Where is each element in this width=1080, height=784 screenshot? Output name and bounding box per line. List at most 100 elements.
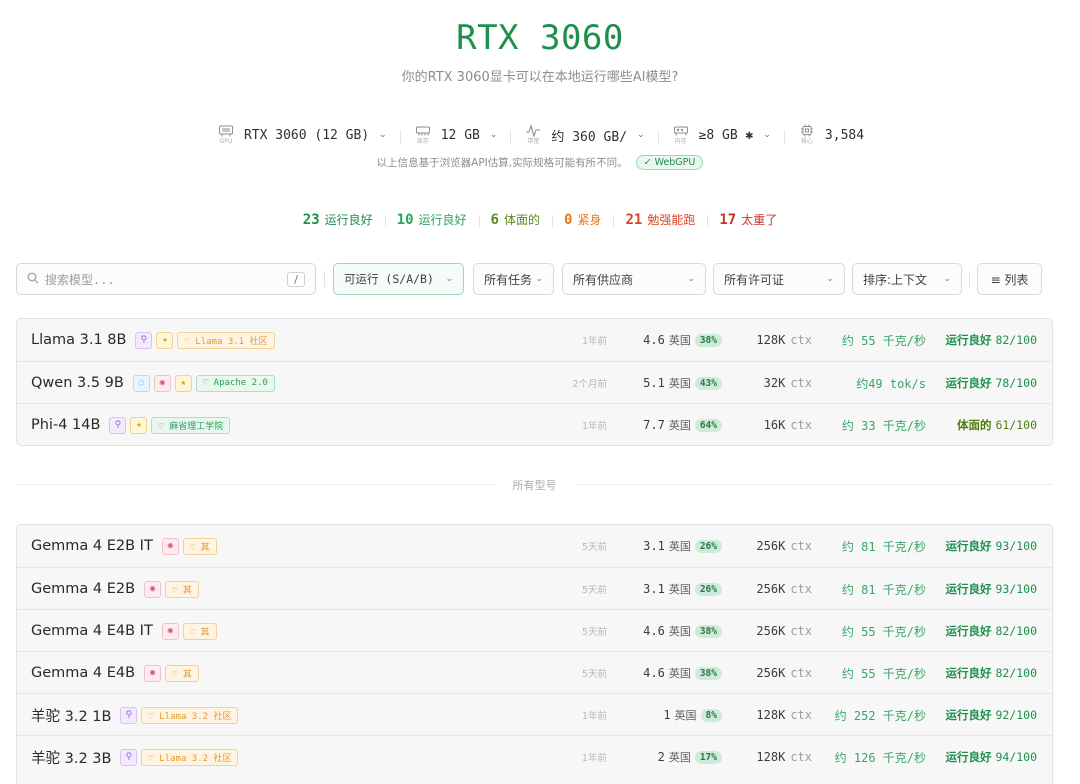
grade-score: 61/100 [995, 418, 1037, 432]
fit-summary: 23 运行良好 10 运行良好 6 体面的 0 紧身 21 勉强能跑 17 太重了 [0, 211, 1080, 228]
release-age: 1年前 [581, 753, 607, 764]
memory-selector[interactable]: 内存 ≥8 GB ✱ ⌄ [657, 124, 784, 146]
size-unit: 英国 [668, 540, 691, 553]
webgpu-badge: ✓ WebGPU [635, 155, 704, 170]
search-input[interactable]: 搜索模型... / [16, 263, 316, 295]
runnable-filter[interactable]: 可运行 (S/A/B) ⌄ [333, 263, 464, 295]
vram-usage-badge: 38% [694, 666, 722, 680]
model-name: 羊驼 3.2 3B [31, 750, 112, 767]
eye-icon: ◉ [144, 580, 162, 598]
estimate-note-text: 以上信息基于浏览器API估算,实际规格可能有所不同。 [376, 157, 628, 169]
model-row[interactable]: Llama 3.1 8B ⚲ ★ ♡ Llama 3.1 社区 1年前 4.6 英国 38% 1… [17, 319, 1052, 361]
release-age: 5天前 [581, 585, 607, 596]
model-size: 7.7 英国 64% [643, 404, 722, 445]
fit-summary-item[interactable]: 6 体面的 [478, 211, 552, 228]
model-size: 3.1 英国 26% [643, 568, 722, 610]
model-row[interactable]: Phi-4 14B ⚲ ★ ♡ 麻省理工学院 1年前 7.7 英国 64% 16K ctx 约 33… [17, 403, 1052, 445]
gpu-value: RTX 3060 (12 GB) [243, 127, 370, 143]
fit-label: 体面的 [503, 213, 540, 227]
cores-display: 核心 3,584 [783, 124, 877, 146]
chevron-down-icon: ⌄ [637, 130, 645, 140]
fit-count: 21 [625, 212, 643, 228]
task-filter[interactable]: 所有任务 ⌄ [473, 263, 554, 295]
context-unit: ctx [790, 582, 812, 596]
license-badge: ♡ 麻省理工学院 [151, 416, 231, 434]
sort-select[interactable]: 排序:上下文 ⌄ [852, 263, 962, 295]
model-row[interactable]: Gemma 4 E2B ◉ ♡ 其 5天前 3.1 英国 26% 256K ctx 约 81 千克… [17, 567, 1052, 609]
fit-grade: 运行良好 82/100 [945, 319, 1037, 361]
fit-summary-item[interactable]: 10 运行良好 [384, 211, 479, 228]
grade-score: 78/100 [995, 376, 1037, 390]
model-row[interactable]: 羊驼 3.2 3B ⚲ ♡ Llama 3.2 社区 1年前 2 英国 17% 128K ctx… [17, 735, 1052, 777]
speed-estimate: 约 252 千克/秒 [834, 708, 926, 723]
fit-summary-item[interactable]: 23 运行良好 [291, 211, 385, 228]
chevron-down-icon: ⌄ [687, 274, 695, 284]
fit-grade: 体面的 61/100 [957, 404, 1037, 445]
bandwidth-selector[interactable]: 带宽 约 360 GB/ ⌄ [510, 124, 657, 146]
model-size: 4.6 英国 38% [643, 610, 722, 652]
model-size: 4.6 英国 38% [643, 319, 722, 361]
fit-grade: 运行良好 82/100 [945, 652, 1037, 694]
fit-label: 太重了 [741, 213, 778, 227]
size-value: 5.1 [643, 376, 665, 390]
fit-count: 10 [396, 212, 414, 228]
size-value: 4.6 [643, 624, 665, 638]
hardware-specs: GPU RTX 3060 (12 GB) ⌄ 显存 12 GB ⌄ 带宽 约 3… [0, 124, 1080, 146]
grade-label: 运行良好 [945, 750, 992, 764]
model-row[interactable]: Gemma 4 E2B IT ◉ ♡ 其 5天前 3.1 英国 26% 256K ctx 约 81… [17, 525, 1052, 567]
model-row[interactable]: Gemma 4 E4B ◉ ♡ 其 5天前 4.6 英国 38% 256K ctx 约 55 千克… [17, 651, 1052, 693]
speed-estimate: 约49 tok/s [856, 376, 926, 391]
context-value: 128K [756, 333, 786, 347]
vram-usage-badge: 26% [694, 582, 722, 596]
grade-label: 运行良好 [945, 333, 992, 347]
fit-summary-item[interactable]: 17 太重了 [707, 211, 789, 228]
list-view-button[interactable]: ≡ 列表 [977, 263, 1042, 295]
license-badge: ♡ 其 [165, 580, 199, 598]
release-age: 5天前 [581, 669, 607, 680]
list-view-label: ≡ 列表 [990, 272, 1029, 287]
chevron-down-icon: ⌄ [826, 274, 834, 284]
model-row[interactable]: 羊驼 3.2 1B ⚲ ♡ Llama 3.2 社区 1年前 1 英国 8% 128K ctx 约… [17, 693, 1052, 735]
context-value: 16K [763, 418, 786, 432]
license-badge: ♡ Apache 2.0 [195, 374, 275, 392]
context-unit: ctx [790, 624, 812, 638]
size-unit: 英国 [674, 709, 697, 722]
model-row[interactable]: Qwen 3.5 9B ◌ ◉ ★ ♡ Apache 2.0 2个月前 5.1 英国 43% 32… [17, 361, 1052, 403]
chevron-down-icon: ⌄ [943, 274, 951, 284]
memory-icon: 内存 [671, 124, 691, 146]
context-length: 256K ctx [756, 610, 812, 652]
model-name-cell: Gemma 4 E2B IT ◉ ♡ 其 [31, 525, 217, 567]
star-icon: ★ [130, 416, 148, 434]
vram-value: 12 GB [440, 127, 480, 143]
search-icon [27, 272, 39, 287]
fit-summary-item[interactable]: 21 勉强能跑 [613, 211, 707, 228]
context-value: 128K [756, 750, 786, 764]
vendor-filter[interactable]: 所有供应商 ⌄ [562, 263, 706, 295]
model-size: 4.6 英国 38% [643, 652, 722, 694]
chevron-down-icon: ⌄ [763, 130, 771, 140]
size-unit: 英国 [668, 625, 691, 638]
speed-estimate: 约 55 千克/秒 [841, 666, 926, 681]
chevron-down-icon: ⌄ [489, 130, 498, 140]
size-unit: 英国 [668, 667, 691, 680]
vram-selector[interactable]: 显存 12 GB ⌄ [399, 124, 511, 146]
model-name-cell: Gemma 4 E4B ◉ ♡ 其 [31, 652, 199, 694]
context-length: 128K ctx [756, 319, 812, 361]
license-badge: ♡ 其 [165, 664, 199, 682]
star-icon: ★ [174, 374, 192, 392]
model-name-cell: 羊驼 3.2 1B ⚲ ♡ Llama 3.2 社区 [31, 694, 239, 736]
filter-bar: 搜索模型... / 可运行 (S/A/B) ⌄ 所有任务 ⌄ 所有供应商 ⌄ 所… [16, 263, 1042, 295]
tool-icon: ⚲ [120, 706, 138, 724]
model-name-cell: Gemma 4 E4B IT ◉ ♡ 其 [31, 610, 217, 652]
cpu-icon: 核心 [797, 124, 817, 146]
release-age: 1年前 [581, 336, 607, 347]
license-filter[interactable]: 所有许可证 ⌄ [713, 263, 845, 295]
license-badge: ♡ Llama 3.1 社区 [177, 331, 275, 349]
model-row[interactable]: Gemma 4 E4B IT ◉ ♡ 其 5天前 4.6 英国 38% 256K ctx 约 55… [17, 609, 1052, 651]
fit-summary-item[interactable]: 0 紧身 [552, 211, 613, 228]
gpu-selector[interactable]: GPU RTX 3060 (12 GB) ⌄ [203, 124, 400, 146]
model-name: Gemma 4 E4B IT [31, 623, 153, 639]
context-length: 32K ctx [764, 362, 812, 404]
vram-usage-badge: 64% [694, 418, 722, 432]
context-value: 128K [756, 708, 786, 722]
